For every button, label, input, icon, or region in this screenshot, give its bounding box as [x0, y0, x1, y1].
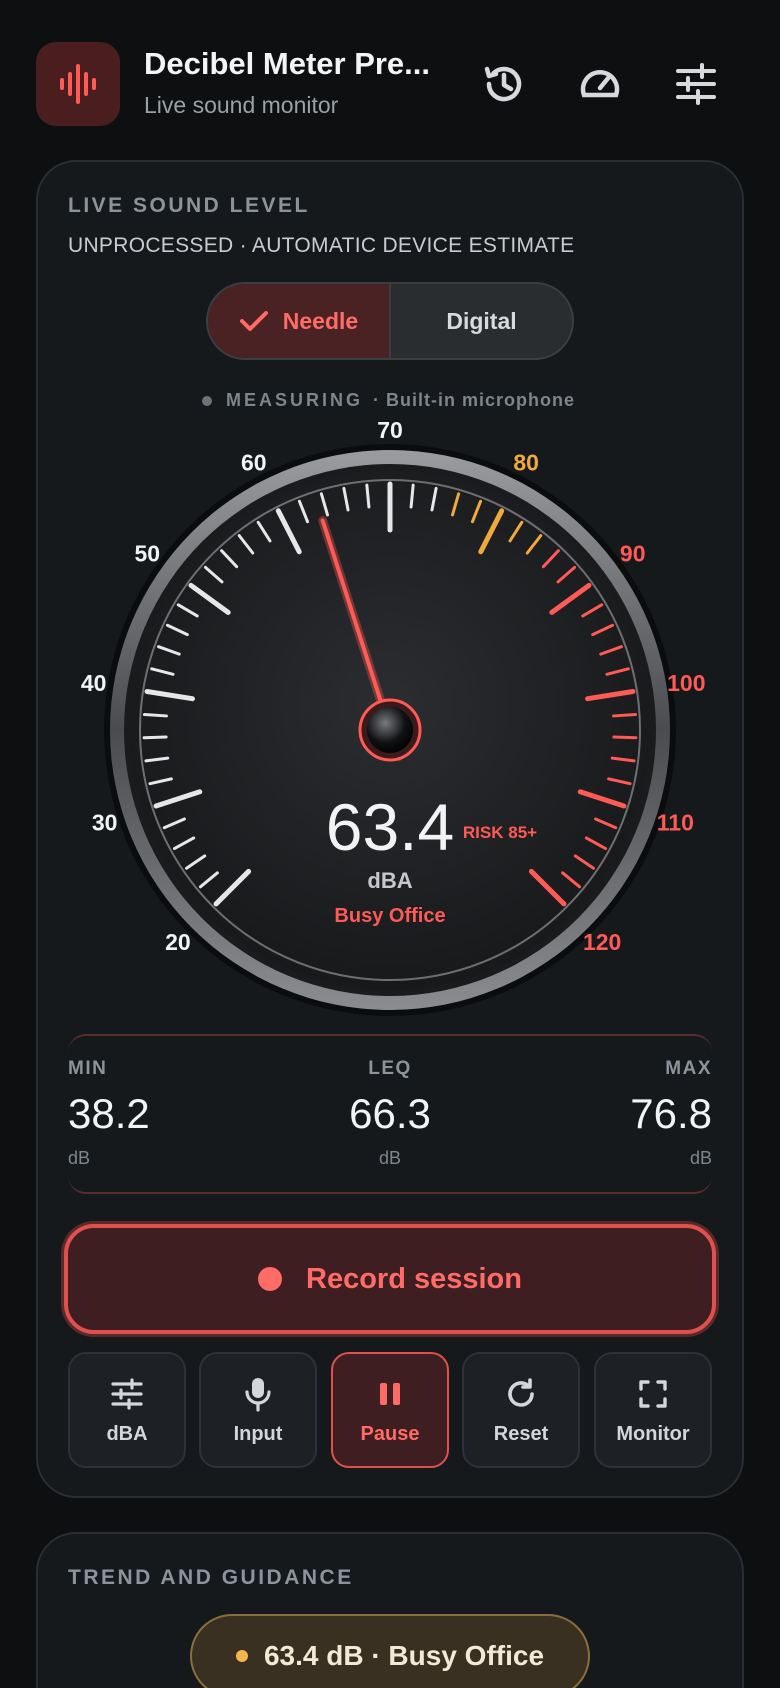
sliders-icon	[676, 63, 716, 105]
fullscreen-icon	[639, 1379, 667, 1408]
app-subtitle: Live sound monitor	[144, 92, 339, 118]
status-source: · Built-in microphone	[373, 390, 575, 410]
measuring-status: MEASURING · Built-in microphone	[202, 390, 575, 411]
gauge-tick-label: 110	[657, 810, 694, 836]
pause-label: Pause	[360, 1422, 420, 1445]
gauge-tick	[142, 713, 168, 718]
gauge-unit: dBA	[367, 868, 412, 893]
stat-min: MIN 38.2 dB	[68, 1058, 150, 1169]
reset-button[interactable]: Reset	[462, 1352, 580, 1468]
section-subheading: UNPROCESSED · AUTOMATIC DEVICE ESTIMATE	[68, 234, 575, 257]
mode-needle-button[interactable]: Needle	[208, 284, 391, 358]
sliders-icon	[111, 1377, 143, 1410]
gauge-tick-label: 60	[241, 450, 267, 476]
pause-button[interactable]: Pause	[331, 1352, 449, 1468]
refresh-icon	[508, 1377, 534, 1407]
gauge-tick-label: 50	[134, 541, 160, 567]
stat-max-label: MAX	[665, 1058, 712, 1079]
history-icon	[484, 66, 522, 102]
record-dot-icon	[258, 1267, 282, 1291]
mode-needle-label: Needle	[282, 307, 359, 334]
gauge-tick	[142, 735, 168, 740]
stat-leq: LEQ 66.3 dB	[340, 1058, 440, 1169]
gauge-tick-label: 30	[92, 810, 118, 836]
microphone-icon	[245, 1377, 271, 1412]
needle-hub	[367, 707, 413, 753]
section-heading: LIVE SOUND LEVEL	[68, 194, 310, 217]
record-session-button[interactable]: Record session	[64, 1224, 716, 1334]
trend-pill: 63.4 dB · Busy Office	[190, 1614, 590, 1688]
app-title: Decibel Meter Pre...	[144, 46, 431, 81]
stat-max-unit: dB	[689, 1148, 712, 1168]
stat-leq-unit: dB	[378, 1148, 402, 1168]
monitor-button[interactable]: Monitor	[594, 1352, 712, 1468]
gauge-tick-label: 120	[583, 929, 621, 955]
gauge-tick	[365, 483, 371, 509]
gauge-tick-label: 80	[513, 450, 539, 476]
check-icon	[239, 311, 268, 331]
stat-min-label: MIN	[68, 1058, 108, 1079]
speedometer-icon	[580, 70, 620, 98]
gauge-svg: 2030405060708090100110120 63.4 RISK 85+ …	[81, 417, 705, 1016]
trend-heading: TREND AND GUIDANCE	[68, 1566, 354, 1589]
gauge-reading: 63.4	[326, 790, 454, 864]
input-button[interactable]: Input	[199, 1352, 317, 1468]
gauge-tick	[612, 713, 638, 718]
weighting-label: dBA	[106, 1422, 148, 1445]
tool-bar: dBA Input Pause Reset Monitor	[68, 1352, 712, 1468]
input-label: Input	[233, 1422, 283, 1445]
status-word: MEASURING	[226, 390, 364, 410]
gauge-tick	[409, 483, 415, 509]
history-button[interactable]	[474, 54, 534, 114]
stat-max: MAX 76.8 dB	[630, 1058, 712, 1169]
risk-label: RISK 85+	[463, 823, 537, 842]
gauge-tick-label: 100	[667, 670, 705, 696]
record-session-label: Record session	[306, 1262, 522, 1295]
app-logo	[36, 42, 120, 126]
weighting-button[interactable]: dBA	[68, 1352, 186, 1468]
stat-leq-label: LEQ	[368, 1058, 412, 1079]
needle-gauge: 20 30 40 50 60 70 80 90 100 110 120 63.4 RISK 85+ …	[0, 410, 780, 1030]
gauge-mode-button[interactable]	[570, 54, 630, 114]
stat-min-value: 38.2	[68, 1090, 150, 1137]
waveform-icon	[60, 64, 96, 104]
gauge-tick-label: 90	[620, 541, 646, 567]
mode-digital-button[interactable]: Digital	[391, 284, 572, 358]
gauge-category: Busy Office	[334, 905, 445, 927]
gauge-tick-label: 40	[81, 670, 107, 696]
mode-digital-label: Digital	[446, 307, 517, 334]
gauge-tick-label: 20	[165, 929, 191, 955]
stat-max-value: 76.8	[630, 1090, 712, 1137]
stats-panel: MIN 38.2 dB LEQ 66.3 dB MAX 76.8 dB	[68, 1034, 712, 1194]
display-mode-toggle: Needle Digital	[206, 282, 574, 360]
trend-dot-icon	[235, 1650, 248, 1662]
gauge-tick-label: 70	[377, 417, 403, 443]
gauge-tick	[612, 735, 638, 740]
monitor-label: Monitor	[616, 1422, 690, 1445]
pause-icon	[380, 1382, 400, 1405]
app-header: Decibel Meter Pre... Live sound monitor	[0, 0, 780, 160]
reset-label: Reset	[493, 1422, 549, 1445]
stat-min-unit: dB	[68, 1148, 91, 1168]
stat-leq-value: 66.3	[349, 1090, 431, 1137]
status-dot-icon	[202, 395, 212, 406]
settings-button[interactable]	[666, 54, 726, 114]
trend-pill-text: 63.4 dB · Busy Office	[263, 1640, 545, 1671]
